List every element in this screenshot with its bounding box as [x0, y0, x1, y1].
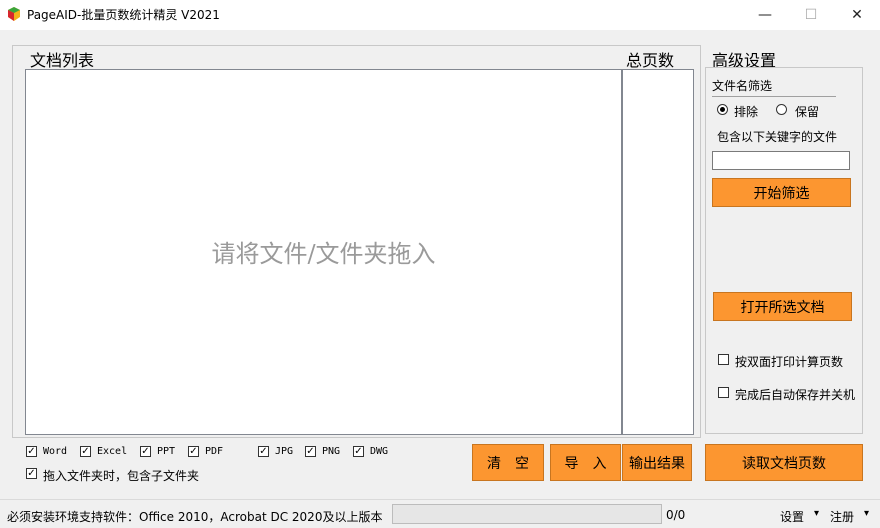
- progress-counter: 0/0: [666, 508, 686, 522]
- radio-keep-label: 保留: [795, 105, 820, 119]
- checkbox-excel-label: Excel: [97, 446, 128, 457]
- doc-list-header: 文档列表: [30, 51, 95, 70]
- open-selected-button[interactable]: 打开所选文档: [713, 292, 852, 321]
- start-filter-button[interactable]: 开始筛选: [712, 178, 851, 207]
- radio-selected-dot: [720, 107, 725, 112]
- include-subfolders-label: 拖入文件夹时，包含子文件夹: [43, 469, 200, 483]
- checkbox-ppt[interactable]: ✓: [140, 446, 151, 457]
- checkbox-word[interactable]: ✓: [26, 446, 37, 457]
- advanced-settings-panel: [705, 67, 863, 434]
- window-title: PageAID-批量页数统计精灵 V2021: [27, 8, 220, 22]
- title-bar: PageAID-批量页数统计精灵 V2021 — ☐ ✕: [0, 0, 880, 30]
- checkbox-pdf-label: PDF: [205, 446, 224, 457]
- radio-keep[interactable]: [776, 104, 787, 115]
- read-page-count-button[interactable]: 读取文档页数: [705, 444, 863, 481]
- divider: [712, 96, 836, 97]
- radio-exclude-label: 排除: [734, 105, 759, 119]
- radio-exclude[interactable]: [717, 104, 728, 115]
- page-count-header: 总页数: [626, 51, 675, 70]
- checkbox-dwg[interactable]: ✓: [353, 446, 364, 457]
- checkbox-png[interactable]: ✓: [305, 446, 316, 457]
- export-results-button[interactable]: 输出结果: [622, 444, 692, 481]
- checkbox-word-label: Word: [43, 446, 68, 457]
- checkbox-include-subfolders[interactable]: ✓: [26, 468, 37, 479]
- app-logo-icon: [7, 7, 21, 21]
- duplex-checkbox[interactable]: [718, 354, 729, 365]
- duplex-label: 按双面打印计算页数: [735, 355, 844, 369]
- settings-menu[interactable]: 设置: [780, 508, 804, 525]
- checkbox-pdf[interactable]: ✓: [188, 446, 199, 457]
- close-button[interactable]: ✕: [834, 0, 880, 30]
- keyword-input[interactable]: [712, 151, 850, 170]
- clear-button[interactable]: 清 空: [472, 444, 544, 481]
- settings-dropdown-icon[interactable]: ▾: [814, 508, 819, 519]
- register-menu[interactable]: 注册: [830, 508, 854, 525]
- progress-bar: [392, 504, 662, 524]
- requirement-text: 必须安装环境支持软件：Office 2010，Acrobat DC 2020及以…: [7, 510, 383, 524]
- checkbox-dwg-label: DWG: [370, 446, 389, 457]
- page-count-list[interactable]: [622, 69, 694, 435]
- checkbox-jpg-label: JPG: [275, 446, 294, 457]
- checkbox-png-label: PNG: [322, 446, 341, 457]
- checkbox-jpg[interactable]: ✓: [258, 446, 269, 457]
- register-dropdown-icon[interactable]: ▾: [864, 508, 869, 519]
- import-button[interactable]: 导 入: [550, 444, 621, 481]
- keyword-label: 包含以下关键字的文件: [717, 130, 838, 144]
- checkbox-ppt-label: PPT: [157, 446, 176, 457]
- drop-hint: 请将文件/文件夹拖入: [211, 240, 436, 268]
- document-list[interactable]: 请将文件/文件夹拖入: [25, 69, 622, 435]
- maximize-button[interactable]: ☐: [788, 0, 834, 30]
- checkbox-excel[interactable]: ✓: [80, 446, 91, 457]
- filename-filter-label: 文件名筛选: [712, 79, 773, 93]
- shutdown-label: 完成后自动保存并关机: [735, 388, 856, 402]
- minimize-button[interactable]: —: [742, 0, 788, 30]
- shutdown-checkbox[interactable]: [718, 387, 729, 398]
